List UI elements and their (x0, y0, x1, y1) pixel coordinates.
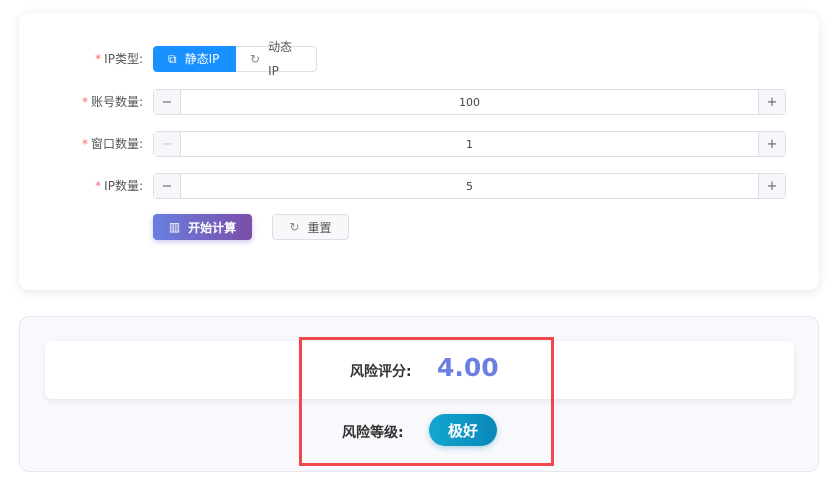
copy-icon: ⧉ (168, 52, 177, 66)
increment-button[interactable]: + (758, 90, 785, 114)
account-count-stepper[interactable]: − + (153, 89, 786, 115)
decrement-button[interactable]: − (154, 174, 181, 198)
calculator-form-card: *IP类型: ⧉静态IP ↻动态IP *账号数量: − + *窗口数量: − +… (19, 13, 819, 290)
dynamic-ip-option[interactable]: ↻ 动态IP (236, 40, 317, 78)
decrement-button[interactable]: − (154, 132, 181, 156)
account-count-input[interactable] (181, 90, 758, 114)
account-count-label: 账号数量: (90, 95, 143, 109)
ip-type-selector[interactable]: ⧉ 静态IP ↻ 动态IP (153, 40, 317, 78)
calculate-button[interactable]: ▥ 开始计算 (153, 214, 252, 240)
window-count-stepper[interactable]: − + (153, 131, 786, 157)
decrement-button[interactable]: − (154, 90, 181, 114)
refresh-icon: ↻ (289, 220, 300, 234)
ip-count-row: *IP数量: − + (19, 173, 819, 199)
ip-type-label: IP类型: (104, 52, 143, 66)
refresh-icon: ↻ (250, 52, 261, 66)
window-count-label: 窗口数量: (90, 137, 143, 151)
increment-button[interactable]: + (758, 174, 785, 198)
reset-button[interactable]: ↻ 重置 (272, 214, 349, 240)
ip-count-input[interactable] (181, 174, 758, 198)
ip-count-stepper[interactable]: − + (153, 173, 786, 199)
window-count-input[interactable] (181, 132, 758, 156)
static-ip-option[interactable]: ⧉ 静态IP (153, 46, 236, 72)
highlight-box (299, 337, 554, 466)
account-count-row: *账号数量: − + (19, 89, 819, 115)
ip-type-row: * IP类型: ⧉ 静态IP ↻ 动态IP (19, 40, 819, 78)
window-count-row: *窗口数量: − + (19, 131, 819, 157)
bar-chart-icon: ▥ (168, 220, 181, 234)
ip-count-label: IP数量: (104, 179, 143, 193)
actions-row: ▥ 开始计算 ↻ 重置 (19, 214, 819, 240)
increment-button[interactable]: + (758, 132, 785, 156)
